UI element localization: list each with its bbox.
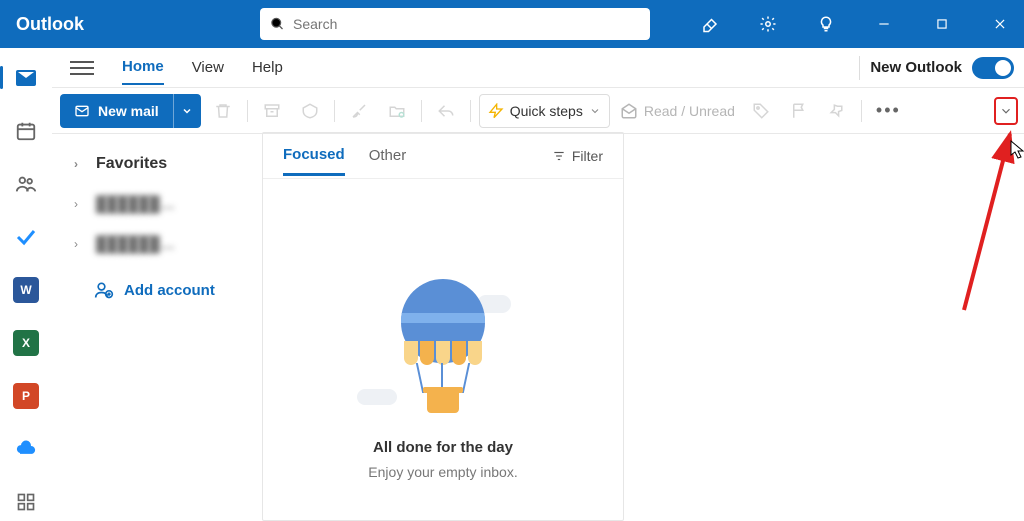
empty-title: All done for the day [373, 439, 513, 456]
report-button[interactable] [294, 95, 326, 127]
rail-more-apps[interactable] [6, 482, 46, 521]
title-bar: Outlook [0, 0, 1024, 48]
archive-button[interactable] [256, 95, 288, 127]
divider [861, 100, 862, 122]
window-maximize[interactable] [922, 4, 962, 44]
tag-button[interactable] [745, 95, 777, 127]
envelope-open-icon [620, 102, 638, 120]
new-outlook-label: New Outlook [870, 59, 962, 76]
search-icon [270, 16, 285, 32]
rail-calendar[interactable] [6, 111, 46, 150]
folder-sidebar: › Favorites › ██████… › ██████… Add acco… [52, 134, 262, 521]
lightning-icon [488, 103, 504, 119]
tab-other[interactable]: Other [369, 137, 407, 174]
title-bar-right [690, 4, 1024, 44]
rail-excel[interactable]: X [6, 323, 46, 362]
excel-icon: X [13, 330, 39, 356]
onedrive-icon [14, 437, 38, 461]
read-unread-button[interactable]: Read / Unread [616, 102, 739, 120]
menu-help[interactable]: Help [252, 51, 283, 84]
new-mail-label: New mail [98, 103, 159, 119]
empty-subtitle: Enjoy your empty inbox. [368, 464, 517, 480]
favorites-header[interactable]: › Favorites [74, 144, 252, 184]
chevron-right-icon: › [74, 197, 86, 211]
search-box[interactable] [260, 8, 650, 40]
reply-button[interactable] [430, 95, 462, 127]
account-label: ██████… [96, 196, 175, 213]
mail-icon [14, 66, 38, 90]
erase-icon[interactable] [690, 4, 730, 44]
read-unread-label: Read / Unread [644, 103, 735, 119]
tab-focused[interactable]: Focused [283, 136, 345, 176]
quick-steps-button[interactable]: Quick steps [479, 94, 610, 128]
delete-button[interactable] [207, 95, 239, 127]
ribbon-collapse-button[interactable] [994, 97, 1018, 125]
quick-steps-label: Quick steps [510, 103, 583, 119]
divider [334, 100, 335, 122]
rail-todo[interactable] [6, 217, 46, 256]
menu-bar: Home View Help New Outlook [52, 48, 1024, 88]
chevron-down-icon [589, 105, 601, 117]
mouse-cursor [1010, 140, 1024, 165]
sweep-button[interactable] [343, 95, 375, 127]
rail-powerpoint[interactable]: P [6, 376, 46, 415]
favorites-label: Favorites [96, 155, 167, 173]
tips-icon[interactable] [806, 4, 846, 44]
menu-home[interactable]: Home [122, 50, 164, 85]
account-2[interactable]: › ██████… [74, 224, 252, 264]
search-input[interactable] [293, 16, 640, 32]
new-mail-button[interactable]: New mail [60, 94, 173, 128]
account-label: ██████… [96, 236, 175, 253]
person-add-icon [94, 280, 114, 300]
word-icon: W [13, 277, 39, 303]
mail-icon [74, 103, 90, 119]
main-area: › Favorites › ██████… › ██████… Add acco… [52, 134, 1024, 521]
account-1[interactable]: › ██████… [74, 184, 252, 224]
window-minimize[interactable] [864, 4, 904, 44]
divider [247, 100, 248, 122]
powerpoint-icon: P [13, 383, 39, 409]
empty-state: All done for the day Enjoy your empty in… [263, 179, 623, 520]
app-rail: W X P [0, 48, 52, 521]
divider [859, 56, 860, 80]
rail-onedrive[interactable] [6, 429, 46, 468]
hamburger-icon[interactable] [70, 61, 94, 75]
people-icon [15, 173, 37, 195]
chevron-right-icon: › [74, 157, 86, 171]
rail-mail[interactable] [6, 58, 46, 97]
rail-people[interactable] [6, 164, 46, 203]
divider [421, 100, 422, 122]
add-account-button[interactable]: Add account [94, 280, 252, 300]
check-icon [14, 225, 38, 249]
toolbar: New mail Quick steps Read / Unread ••• [52, 88, 1024, 134]
window-close[interactable] [980, 4, 1020, 44]
new-mail-split-button[interactable]: New mail [60, 94, 201, 128]
menu-view[interactable]: View [192, 51, 224, 84]
chevron-down-icon [181, 105, 193, 117]
chevron-down-icon [999, 104, 1013, 118]
divider [470, 100, 471, 122]
move-button[interactable] [381, 95, 413, 127]
message-list: Focused Other Filter All done for the da… [262, 132, 624, 521]
app-name: Outlook [0, 14, 260, 35]
flag-button[interactable] [783, 95, 815, 127]
add-account-label: Add account [124, 282, 215, 299]
filter-icon [552, 149, 566, 163]
inbox-tabs: Focused Other Filter [263, 133, 623, 179]
apps-grid-icon [16, 492, 36, 512]
settings-icon[interactable] [748, 4, 788, 44]
new-mail-dropdown[interactable] [173, 94, 201, 128]
balloon-illustration [383, 279, 503, 419]
pin-button[interactable] [821, 95, 853, 127]
rail-word[interactable]: W [6, 270, 46, 309]
chevron-right-icon: › [74, 237, 86, 251]
calendar-icon [15, 120, 37, 142]
filter-button[interactable]: Filter [552, 148, 603, 164]
new-outlook-toggle[interactable] [972, 57, 1014, 79]
filter-label: Filter [572, 148, 603, 164]
more-button[interactable]: ••• [870, 100, 907, 121]
